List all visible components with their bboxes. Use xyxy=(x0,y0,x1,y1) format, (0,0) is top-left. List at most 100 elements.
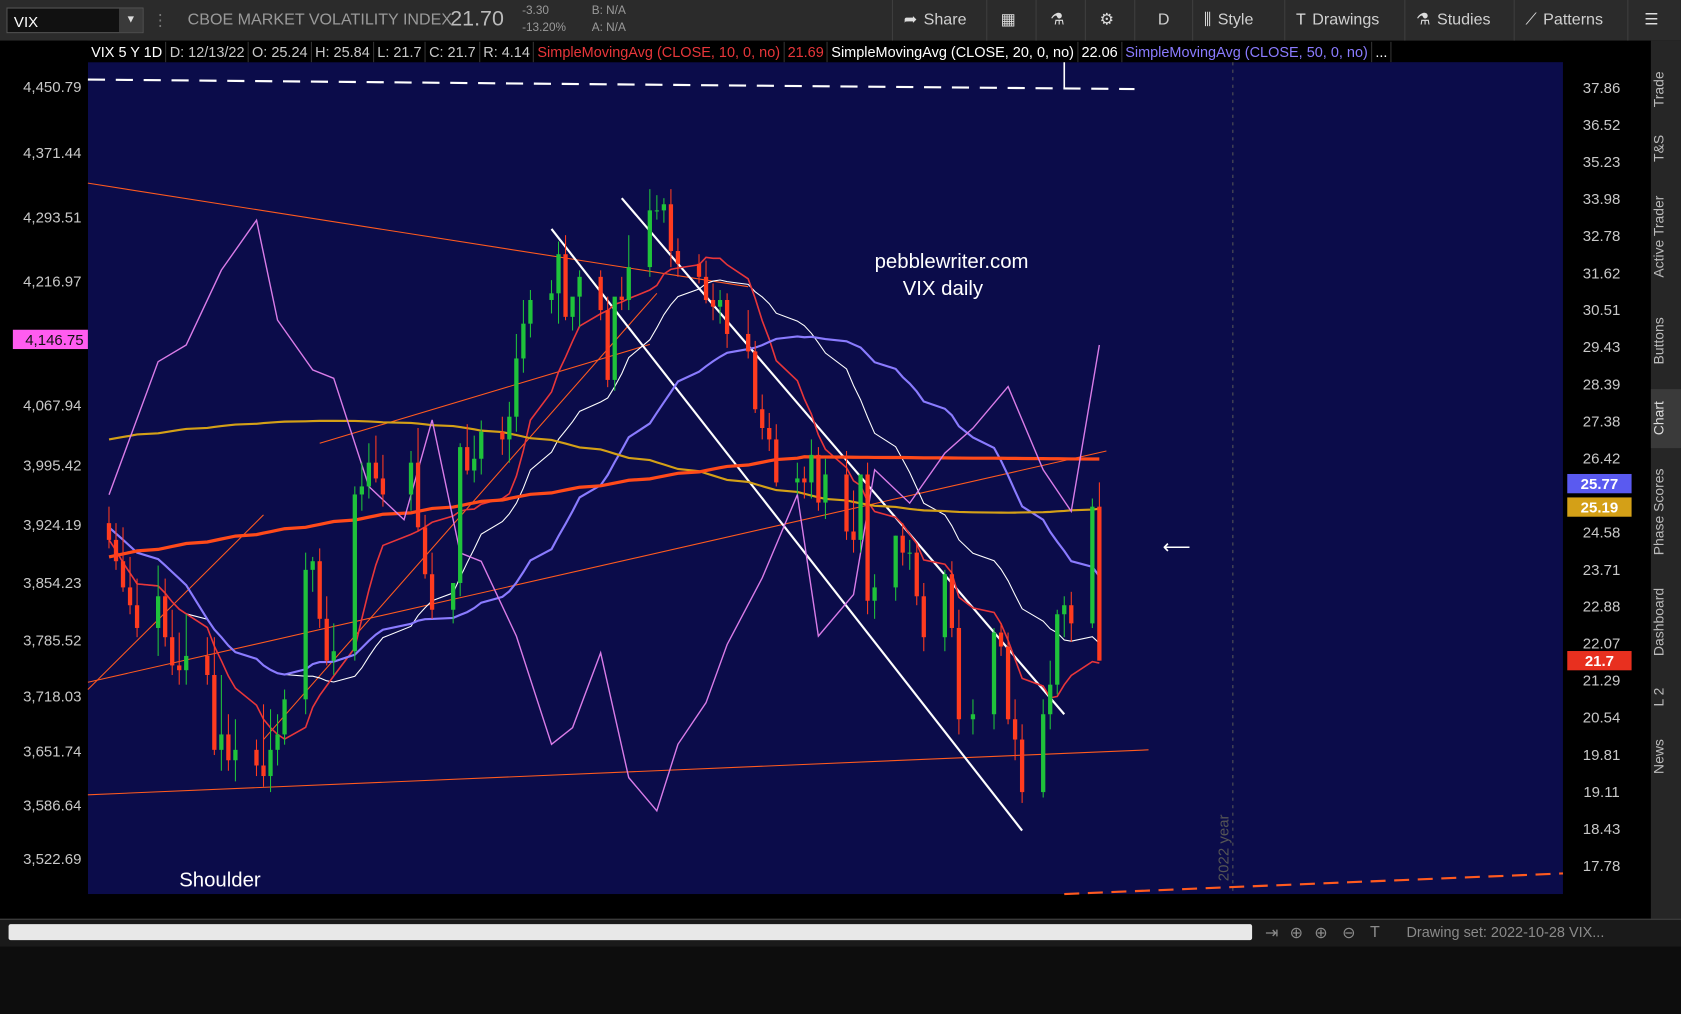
legend-close: C: 21.7 xyxy=(426,41,481,63)
right-axis-tick: 22.88 xyxy=(1583,598,1621,615)
style-button[interactable]: ⫼ Style xyxy=(1192,0,1284,41)
candle-body xyxy=(507,416,512,440)
ask: A: N/A xyxy=(591,21,626,35)
legend-header: VIX 5 Y 1D xyxy=(88,41,167,63)
legend-range: R: 4.14 xyxy=(480,41,535,63)
candle-body xyxy=(205,655,210,676)
candle-body xyxy=(120,561,126,588)
last-price: 21.70 xyxy=(450,7,504,32)
side-tab-chart[interactable]: Chart xyxy=(1650,389,1681,449)
time-scrollbar[interactable] xyxy=(8,924,1253,941)
candle-body xyxy=(1005,646,1011,720)
candle-body xyxy=(528,299,533,324)
settings-button[interactable]: ⚙ xyxy=(1084,0,1134,41)
candle-body xyxy=(696,263,702,277)
candle-body xyxy=(1069,605,1074,624)
side-tab-phase-scores[interactable]: Phase Scores xyxy=(1651,459,1681,566)
chart-svg[interactable]: 2022 year ⟵ pebblewriter.com VIX daily Shoul… xyxy=(0,40,1651,922)
right-axis-tick: 30.51 xyxy=(1583,302,1621,319)
patterns-button[interactable]: ⟋ Patterns xyxy=(1513,0,1628,41)
side-tab-trade[interactable]: Trade xyxy=(1651,62,1681,116)
candle-body xyxy=(219,734,224,750)
candle-body xyxy=(352,494,357,652)
candle-body xyxy=(380,478,386,495)
right-axis-tick: 29.43 xyxy=(1583,339,1621,356)
candle-body xyxy=(1012,719,1018,740)
candle-body xyxy=(163,596,168,638)
left-axis-tick: 3,586.64 xyxy=(23,798,81,815)
bid: B: N/A xyxy=(591,4,626,18)
candle-body xyxy=(844,474,849,532)
candle-body xyxy=(184,655,189,671)
candle-body xyxy=(647,210,652,268)
candle-body xyxy=(900,535,905,553)
candle-body xyxy=(577,276,582,297)
side-tab-buttons[interactable]: Buttons xyxy=(1651,303,1681,378)
candle-body xyxy=(451,582,456,610)
side-tab-l-2[interactable]: L 2 xyxy=(1651,679,1681,717)
candle-body xyxy=(872,587,877,601)
candle-body xyxy=(408,462,414,495)
candle-body xyxy=(303,569,308,700)
legend-sma20-value: 22.06 xyxy=(1078,41,1122,63)
scroll-right-icon[interactable]: ⇥ xyxy=(1265,923,1278,942)
top-toolbar: VIX ▼ ⋮ CBOE MARKET VOLATILITY INDEX 21.… xyxy=(0,0,1681,42)
right-axis-marker: 21.7 xyxy=(1585,653,1614,670)
candle-body xyxy=(106,523,112,540)
bottom-bar: ⇥ ⊕ ⊕ ⊖ T Drawing set: 2022-10-28 VIX... xyxy=(0,918,1681,947)
candle-body xyxy=(324,618,329,661)
symbol-description: CBOE MARKET VOLATILITY INDEX xyxy=(187,10,453,29)
share-button[interactable]: ➦ Share xyxy=(891,0,986,41)
candle-body xyxy=(556,254,561,294)
flask-button[interactable]: ⚗ xyxy=(1035,0,1085,41)
side-tab-active-trader[interactable]: Active Trader xyxy=(1651,180,1681,293)
menu-button[interactable]: ☰ xyxy=(1627,0,1681,41)
year-label: 2022 year xyxy=(1216,814,1233,881)
drawings-button[interactable]: T Drawings xyxy=(1284,0,1404,41)
candle-body xyxy=(654,210,660,212)
candle-body xyxy=(703,276,709,300)
candle-body xyxy=(998,632,1004,647)
candle-body xyxy=(549,293,554,300)
candle-body xyxy=(472,458,477,471)
candle-body xyxy=(500,431,505,440)
candle-body xyxy=(907,552,912,554)
side-tab-t-s[interactable]: T&S xyxy=(1651,126,1681,169)
grid-icon: ▦ xyxy=(1000,10,1016,29)
right-axis-tick: 36.52 xyxy=(1583,117,1621,134)
grip-icon[interactable]: ⋮ xyxy=(152,11,168,30)
shoulder-label: Shoulder xyxy=(179,870,261,892)
chart-area[interactable]: 2022 year ⟵ pebblewriter.com VIX daily Shoul… xyxy=(0,40,1651,922)
left-axis-tick: 3,522.69 xyxy=(23,851,81,868)
right-axis-marker: 25.77 xyxy=(1581,476,1619,493)
drawing-set[interactable]: Drawing set: 2022-10-28 VIX... xyxy=(1406,924,1604,940)
candle-body xyxy=(458,447,463,583)
gear-icon: ⚙ xyxy=(1099,10,1115,29)
symbol-input[interactable]: VIX ▼ xyxy=(6,7,144,34)
candle-body xyxy=(865,474,870,601)
right-axis-tick: 22.07 xyxy=(1583,636,1621,653)
side-tab-dashboard[interactable]: Dashboard xyxy=(1651,577,1681,668)
candle-body xyxy=(212,675,217,750)
grid-button[interactable]: ▦ xyxy=(986,0,1035,41)
legend-open: O: 25.24 xyxy=(249,41,312,63)
pct-change: -13.20% xyxy=(522,21,566,35)
chevron-down-icon[interactable]: ▼ xyxy=(118,8,143,33)
zoom-out-icon[interactable]: ⊖ xyxy=(1342,923,1355,942)
right-axis-tick: 19.11 xyxy=(1583,784,1619,801)
candle-body xyxy=(275,734,280,750)
crosshair-icon[interactable]: ⊕ xyxy=(1290,923,1303,942)
period-button[interactable]: D xyxy=(1134,0,1192,41)
candle-body xyxy=(429,574,435,610)
candle-body xyxy=(226,734,231,761)
side-tab-news[interactable]: News xyxy=(1651,727,1681,786)
left-axis-tick: 3,995.42 xyxy=(23,458,81,475)
net-change: -3.30 xyxy=(522,4,549,18)
studies-button[interactable]: ⚗ Studies xyxy=(1404,0,1513,41)
chart-legend: VIX 5 Y 1D D: 12/13/22 O: 25.24 H: 25.84 L: … xyxy=(87,41,1392,63)
legend-sma50: SimpleMovingAvg (CLOSE, 50, 0, no) xyxy=(1122,41,1373,63)
zoom-in-icon[interactable]: ⊕ xyxy=(1314,923,1327,942)
text-tool-icon[interactable]: T xyxy=(1370,923,1380,941)
candle-body xyxy=(282,699,287,735)
right-axis-tick: 28.39 xyxy=(1583,376,1621,393)
